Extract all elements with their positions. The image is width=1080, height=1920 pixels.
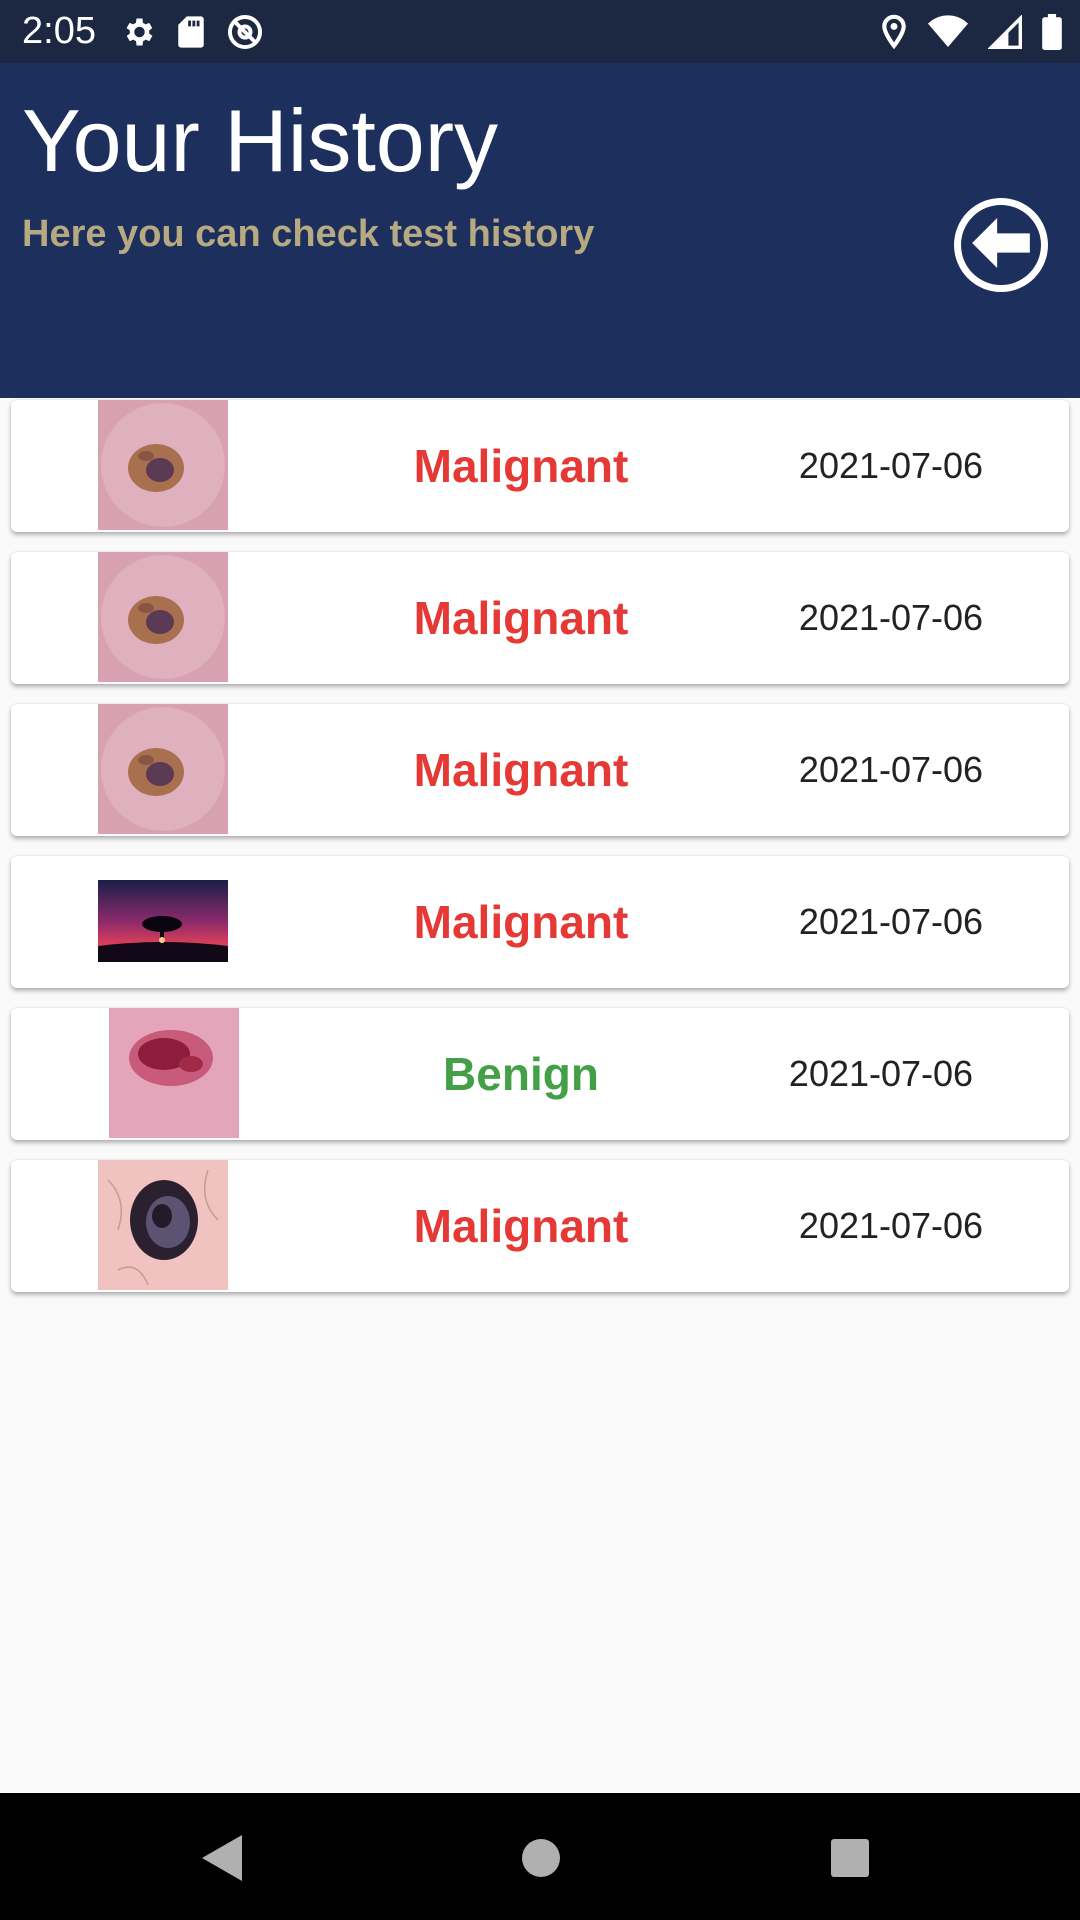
arrow-left-icon: [972, 217, 1030, 273]
result-label: Malignant: [413, 744, 629, 796]
signal-icon: [988, 15, 1022, 49]
settings-icon: [120, 14, 156, 50]
history-row[interactable]: Malignant 2021-07-06: [11, 1160, 1069, 1292]
result-label: Malignant: [413, 592, 629, 644]
history-row[interactable]: Malignant 2021-07-06: [11, 704, 1069, 836]
dark-mole-image: [98, 1160, 228, 1290]
back-triangle-icon[interactable]: [200, 1833, 244, 1888]
date-label: 2021-07-06: [788, 1053, 974, 1094]
wifi-icon: [928, 15, 968, 49]
result-label: Malignant: [413, 896, 629, 948]
at-sign-icon: [226, 13, 264, 51]
status-time: 2:05: [22, 10, 96, 52]
result-label: Benign: [443, 1048, 599, 1100]
status-bar: 2:05: [0, 0, 1080, 63]
history-row[interactable]: Malignant 2021-07-06: [11, 552, 1069, 684]
history-row[interactable]: Malignant 2021-07-06: [11, 400, 1069, 532]
result-label: Malignant: [413, 1200, 629, 1252]
skin-lesion-image: [98, 552, 228, 682]
header: Your History Here you can check test his…: [0, 63, 1080, 398]
date-label: 2021-07-06: [798, 749, 984, 790]
battery-icon: [1042, 14, 1062, 50]
result-label: Malignant: [413, 440, 629, 492]
history-row[interactable]: Benign 2021-07-06: [11, 1008, 1069, 1140]
home-circle-icon[interactable]: [519, 1833, 563, 1888]
skin-lesion-image: [98, 704, 228, 834]
sunset-tree-image: [98, 880, 228, 962]
date-label: 2021-07-06: [798, 597, 984, 638]
date-label: 2021-07-06: [798, 445, 984, 486]
navigation-bar: [0, 1793, 1080, 1920]
date-label: 2021-07-06: [798, 901, 984, 942]
page-title: Your History: [22, 91, 499, 190]
page-subtitle: Here you can check test history: [22, 213, 595, 255]
recents-square-icon[interactable]: [828, 1833, 872, 1888]
skin-lesion-image: [98, 400, 228, 530]
history-row[interactable]: Malignant 2021-07-06: [11, 856, 1069, 988]
location-icon: [880, 14, 908, 50]
back-button[interactable]: [954, 198, 1048, 292]
red-lesion-image: [109, 1008, 239, 1138]
sd-card-icon: [176, 15, 206, 49]
date-label: 2021-07-06: [798, 1205, 984, 1246]
